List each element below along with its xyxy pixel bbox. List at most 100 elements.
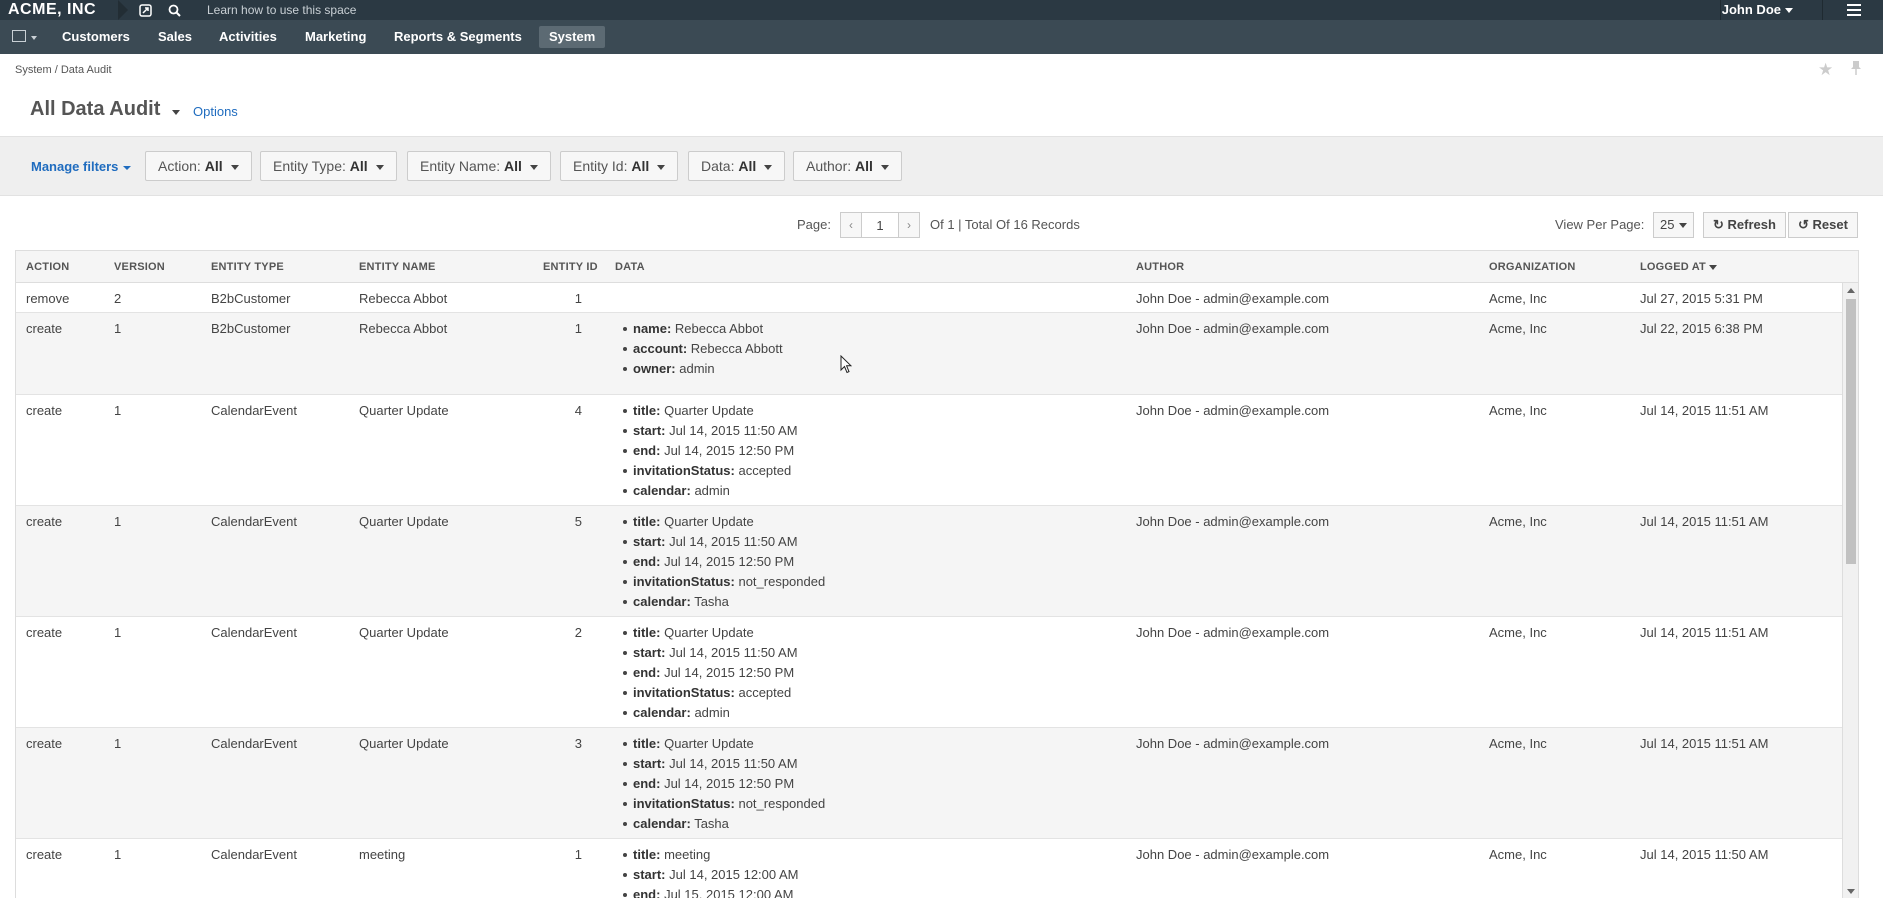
nav-item-reports-segments[interactable]: Reports & Segments (384, 26, 532, 48)
cell-entity-name: Quarter Update (359, 403, 449, 418)
cell-logged-at: Jul 14, 2015 11:50 AM (1640, 847, 1769, 862)
cell-version: 1 (114, 736, 122, 751)
column-header-organization[interactable]: ORGANIZATION (1489, 261, 1576, 273)
cell-entity-type: CalendarEvent (211, 736, 297, 751)
table-row[interactable]: remove 2 B2bCustomer Rebecca Abbot John Doe … (16, 283, 1844, 313)
data-field: end: Jul 15, 2015 12:00 AM (619, 887, 799, 898)
data-field-key: name: (633, 321, 672, 336)
filter-action[interactable]: Action: All (145, 151, 252, 181)
scroll-down-icon[interactable] (1847, 889, 1855, 894)
table-row[interactable]: create 1 CalendarEvent meeting John Doe - ad… (16, 839, 1844, 898)
page-number-input[interactable] (861, 212, 899, 238)
reset-button[interactable]: ↺ Reset (1788, 212, 1858, 238)
filter-bar: Manage filters Action: All Entity Type: … (0, 136, 1883, 196)
manage-filters-label: Manage filters (31, 159, 119, 174)
view-chevron-down-icon[interactable] (172, 110, 180, 115)
nav-item-activities[interactable]: Activities (209, 26, 287, 48)
nav-item-system[interactable]: System (539, 26, 606, 48)
filter-entity-type[interactable]: Entity Type: All (260, 151, 397, 181)
cell-entity-id: 1 (574, 321, 582, 336)
cell-entity-name: Quarter Update (359, 514, 449, 529)
cell-action: create (26, 403, 63, 418)
cell-data: title: Quarter Update start: Jul 14, 2015… (619, 736, 825, 836)
dashboard-icon[interactable] (12, 30, 26, 42)
filter-data[interactable]: Data: All (688, 151, 786, 181)
column-header-logged-at[interactable]: LOGGED AT (1640, 261, 1717, 273)
data-field: end: Jul 14, 2015 12:50 PM (619, 665, 798, 685)
per-page-select[interactable]: 25 (1653, 212, 1695, 238)
chevron-down-icon (375, 164, 384, 170)
chevron-down-icon[interactable] (31, 36, 37, 40)
cell-author: John Doe - admin@example.com (1136, 514, 1330, 529)
data-field-value: Quarter Update (664, 403, 754, 418)
cell-organization: Acme, Inc (1489, 321, 1547, 336)
grid-scrollbar[interactable] (1842, 283, 1858, 898)
column-header-action[interactable]: ACTION (26, 261, 69, 273)
nav-item-sales[interactable]: Sales (148, 26, 202, 48)
column-header-entity-type[interactable]: ENTITY TYPE (211, 261, 284, 273)
pager-summary: Of 1 | Total Of 16 Records (930, 217, 1080, 232)
column-header-entity-id[interactable]: ENTITY ID (543, 261, 598, 273)
filter-entity-id[interactable]: Entity Id: All (560, 151, 679, 181)
data-field-key: title: (633, 736, 661, 751)
nav-item-customers[interactable]: Customers (52, 26, 140, 48)
cell-logged-at: Jul 14, 2015 11:51 AM (1640, 736, 1769, 751)
nav-item-marketing[interactable]: Marketing (295, 26, 376, 48)
scrollbar-thumb[interactable] (1846, 299, 1856, 564)
options-link[interactable]: Options (193, 104, 238, 119)
app-logo[interactable]: ACME, INC (0, 0, 105, 20)
favorite-star-icon[interactable]: ★ (1818, 60, 1833, 80)
chevron-down-icon (764, 164, 773, 170)
filter-entity-name[interactable]: Entity Name: All (407, 151, 551, 181)
data-field: start: Jul 14, 2015 11:50 AM (619, 756, 825, 776)
data-field: account: Rebecca Abbott (619, 341, 783, 361)
data-field-key: invitationStatus: (633, 463, 735, 478)
column-header-version[interactable]: VERSION (114, 261, 165, 273)
table-row[interactable]: create 1 CalendarEvent Quarter Update John D… (16, 506, 1844, 617)
data-field-value: Jul 14, 2015 11:50 AM (669, 645, 798, 660)
filter-author[interactable]: Author: All (793, 151, 902, 181)
cell-entity-name: Quarter Update (359, 625, 449, 640)
cell-data: title: Quarter Update start: Jul 14, 2015… (619, 514, 825, 614)
scroll-up-icon[interactable] (1847, 288, 1855, 293)
pin-icon[interactable] (1850, 60, 1862, 81)
data-field-value: admin (694, 483, 730, 498)
table-row[interactable]: create 1 CalendarEvent Quarter Update John D… (16, 617, 1844, 728)
column-header-author[interactable]: AUTHOR (1136, 261, 1184, 273)
cell-version: 1 (114, 321, 122, 336)
main-nav: Customers Sales Activities Marketing Rep… (0, 20, 1883, 54)
sort-desc-icon (1708, 264, 1717, 270)
next-page-button[interactable]: › (898, 212, 920, 238)
filter-label: Entity Name: (420, 158, 501, 174)
data-field: invitationStatus: not_responded (619, 574, 825, 594)
table-row[interactable]: create 1 B2bCustomer Rebecca Abbot John Doe … (16, 313, 1844, 395)
data-field-key: start: (633, 756, 666, 771)
refresh-button[interactable]: ↻ Refresh (1703, 212, 1786, 238)
data-field: end: Jul 14, 2015 12:50 PM (619, 443, 798, 463)
data-field: invitationStatus: not_responded (619, 796, 825, 816)
data-field: title: Quarter Update (619, 514, 825, 534)
cell-action: create (26, 847, 63, 862)
search-icon[interactable] (160, 0, 188, 20)
data-field-value: Rebecca Abbott (690, 341, 783, 356)
page-header: All Data Audit Options (0, 88, 1883, 136)
data-field-key: end: (633, 776, 661, 791)
pager-toolbar: Page: ‹ › Of 1 | Total Of 16 Records Vie… (0, 210, 1883, 240)
cell-logged-at: Jul 22, 2015 6:38 PM (1640, 321, 1763, 336)
cell-entity-type: CalendarEvent (211, 403, 297, 418)
manage-filters-button[interactable]: Manage filters (31, 159, 132, 174)
cell-version: 2 (114, 291, 122, 306)
table-row[interactable]: create 1 CalendarEvent Quarter Update John D… (16, 395, 1844, 506)
shortcuts-icon[interactable] (131, 0, 159, 20)
user-menu[interactable]: John Doe (1722, 0, 1793, 20)
table-row[interactable]: create 1 CalendarEvent Quarter Update John D… (16, 728, 1844, 839)
cell-version: 1 (114, 625, 122, 640)
menu-icon[interactable] (1847, 4, 1861, 16)
filter-label: Entity Type: (273, 158, 346, 174)
mouse-cursor-icon (840, 354, 853, 377)
column-header-data[interactable]: DATA (615, 261, 645, 273)
prev-page-button[interactable]: ‹ (840, 212, 862, 238)
column-header-entity-name[interactable]: ENTITY NAME (359, 261, 436, 273)
filter-label: Entity Id: (573, 158, 628, 174)
learn-link[interactable]: Learn how to use this space (207, 0, 356, 20)
